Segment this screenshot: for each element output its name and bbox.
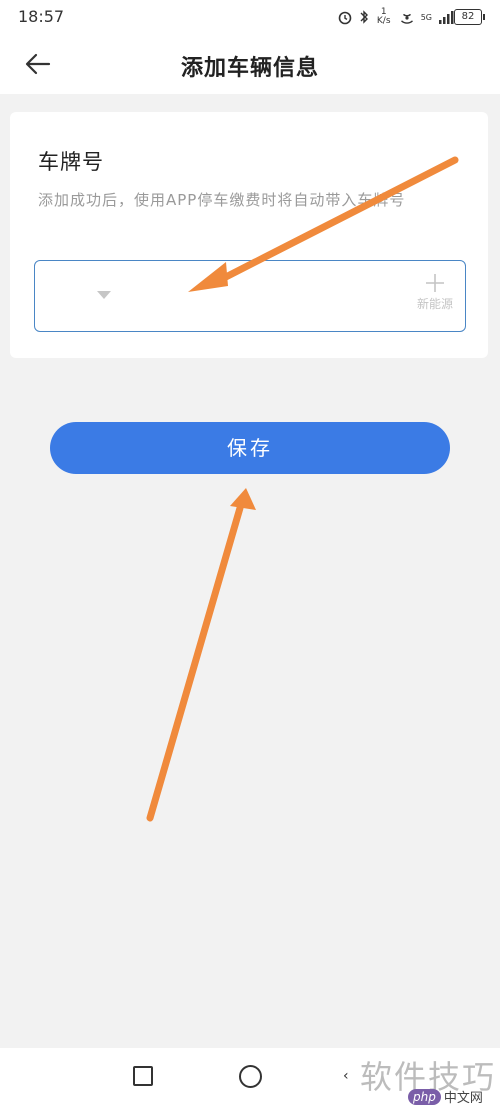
plate-description: 添加成功后，使用APP停车缴费时将自动带入车牌号 [38, 191, 406, 209]
home-icon[interactable] [239, 1065, 262, 1088]
plus-icon [426, 274, 444, 292]
signal-icon [439, 11, 454, 24]
bluetooth-icon [360, 10, 368, 24]
status-icons: 1 K/s 5G [337, 8, 454, 26]
plate-number-label: 车牌号 [38, 150, 104, 174]
signal-label: 5G [420, 12, 432, 22]
network-speed: 1 K/s [376, 7, 391, 26]
hotspot-icon [400, 13, 413, 24]
watermark-php-badge: php [408, 1088, 441, 1105]
plate-card: 车牌号 添加成功后，使用APP停车缴费时将自动带入车牌号 新能源 [10, 112, 488, 358]
header: 添加车辆信息 [0, 34, 500, 94]
watermark-cn-text: 中文网 [443, 1091, 483, 1106]
province-dropdown-caret-icon[interactable] [97, 291, 111, 299]
back-icon[interactable]: ‹ [343, 1068, 349, 1084]
status-time: 18:57 [18, 7, 65, 26]
battery-level: 82 [461, 11, 475, 22]
new-energy-toggle[interactable]: 新能源 [409, 273, 461, 312]
plate-number-input[interactable]: 新能源 [34, 260, 466, 332]
page-title: 添加车辆信息 [180, 56, 319, 81]
new-energy-label: 新能源 [416, 297, 453, 311]
annotation-arrow-save [146, 488, 256, 822]
status-bar: 18:57 1 K/s 5G 82 [0, 0, 500, 34]
watermark-logo: php 中文网 [408, 1087, 483, 1106]
alarm-icon [338, 11, 352, 25]
recent-apps-icon[interactable] [133, 1066, 153, 1086]
save-button[interactable]: 保存 [50, 422, 450, 474]
battery-icon: 82 [454, 9, 485, 25]
